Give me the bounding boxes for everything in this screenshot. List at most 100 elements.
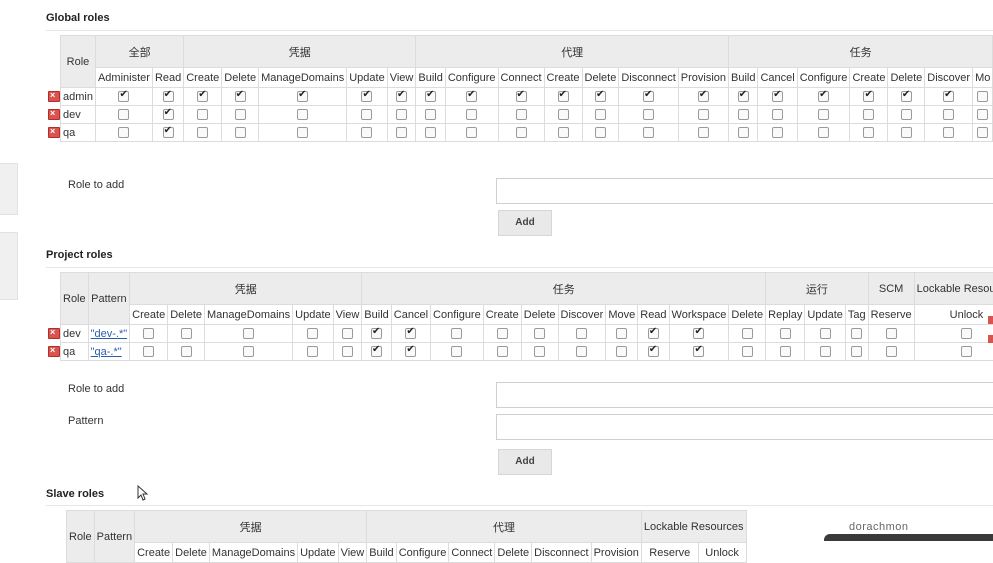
permission-checkbox[interactable] bbox=[594, 127, 606, 139]
permission-checkbox[interactable] bbox=[900, 89, 912, 103]
permission-checkbox[interactable] bbox=[162, 125, 174, 139]
delete-role-icon[interactable] bbox=[48, 127, 60, 139]
permission-checkbox[interactable] bbox=[693, 344, 705, 358]
project-add-button[interactable]: Add bbox=[498, 449, 552, 475]
permission-checkbox[interactable] bbox=[425, 89, 437, 103]
permission-checkbox[interactable] bbox=[515, 89, 527, 103]
permission-checkbox[interactable] bbox=[162, 107, 174, 121]
permission-checkbox[interactable] bbox=[818, 109, 830, 121]
permission-checkbox[interactable] bbox=[818, 127, 830, 139]
permission-checkbox[interactable] bbox=[396, 127, 408, 139]
permission-checkbox[interactable] bbox=[885, 346, 897, 358]
permission-checkbox[interactable] bbox=[307, 328, 319, 340]
permission-checkbox[interactable] bbox=[425, 109, 437, 121]
permission-checkbox[interactable] bbox=[741, 328, 753, 340]
delete-role-icon[interactable] bbox=[48, 91, 60, 103]
permission-checkbox[interactable] bbox=[576, 346, 588, 358]
permission-checkbox[interactable] bbox=[697, 89, 709, 103]
permission-checkbox[interactable] bbox=[616, 346, 628, 358]
project-role-to-add-input[interactable] bbox=[496, 382, 993, 408]
permission-checkbox[interactable] bbox=[341, 346, 353, 358]
permission-checkbox[interactable] bbox=[396, 109, 408, 121]
permission-checkbox[interactable] bbox=[697, 127, 709, 139]
permission-checkbox[interactable] bbox=[118, 89, 130, 103]
permission-checkbox[interactable] bbox=[977, 91, 989, 103]
delete-role-icon[interactable] bbox=[48, 328, 60, 340]
permission-checkbox[interactable] bbox=[162, 89, 174, 103]
permission-checkbox[interactable] bbox=[772, 89, 784, 103]
permission-checkbox[interactable] bbox=[396, 89, 408, 103]
permission-checkbox[interactable] bbox=[977, 127, 989, 139]
permission-checkbox[interactable] bbox=[297, 109, 309, 121]
permission-checkbox[interactable] bbox=[197, 89, 209, 103]
permission-checkbox[interactable] bbox=[977, 109, 989, 121]
permission-checkbox[interactable] bbox=[180, 328, 192, 340]
permission-checkbox[interactable] bbox=[143, 346, 155, 358]
permission-checkbox[interactable] bbox=[818, 89, 830, 103]
permission-checkbox[interactable] bbox=[779, 346, 791, 358]
permission-checkbox[interactable] bbox=[361, 89, 373, 103]
permission-checkbox[interactable] bbox=[557, 89, 569, 103]
permission-checkbox[interactable] bbox=[863, 127, 875, 139]
permission-checkbox[interactable] bbox=[643, 127, 655, 139]
permission-checkbox[interactable] bbox=[341, 328, 353, 340]
permission-checkbox[interactable] bbox=[647, 344, 659, 358]
permission-checkbox[interactable] bbox=[779, 328, 791, 340]
permission-checkbox[interactable] bbox=[643, 109, 655, 121]
permission-checkbox[interactable] bbox=[885, 328, 897, 340]
permission-checkbox[interactable] bbox=[737, 109, 749, 121]
permission-checkbox[interactable] bbox=[863, 109, 875, 121]
permission-checkbox[interactable] bbox=[371, 344, 383, 358]
permission-checkbox[interactable] bbox=[772, 109, 784, 121]
global-add-button[interactable]: Add bbox=[498, 210, 552, 236]
permission-checkbox[interactable] bbox=[594, 89, 606, 103]
project-pattern-input[interactable] bbox=[496, 414, 993, 440]
permission-checkbox[interactable] bbox=[772, 127, 784, 139]
permission-checkbox[interactable] bbox=[515, 109, 527, 121]
permission-checkbox[interactable] bbox=[616, 328, 628, 340]
permission-checkbox[interactable] bbox=[234, 127, 246, 139]
permission-checkbox[interactable] bbox=[180, 346, 192, 358]
permission-checkbox[interactable] bbox=[361, 109, 373, 121]
permission-checkbox[interactable] bbox=[557, 127, 569, 139]
permission-checkbox[interactable] bbox=[466, 89, 478, 103]
permission-checkbox[interactable] bbox=[647, 326, 659, 340]
permission-checkbox[interactable] bbox=[405, 344, 417, 358]
permission-checkbox[interactable] bbox=[960, 346, 972, 358]
permission-checkbox[interactable] bbox=[741, 346, 753, 358]
permission-checkbox[interactable] bbox=[197, 109, 209, 121]
permission-checkbox[interactable] bbox=[643, 89, 655, 103]
permission-checkbox[interactable] bbox=[143, 328, 155, 340]
permission-checkbox[interactable] bbox=[534, 328, 546, 340]
permission-checkbox[interactable] bbox=[943, 127, 955, 139]
permission-checkbox[interactable] bbox=[851, 346, 863, 358]
permission-checkbox[interactable] bbox=[819, 328, 831, 340]
permission-checkbox[interactable] bbox=[405, 326, 417, 340]
permission-checkbox[interactable] bbox=[496, 346, 508, 358]
permission-checkbox[interactable] bbox=[534, 346, 546, 358]
permission-checkbox[interactable] bbox=[197, 127, 209, 139]
permission-checkbox[interactable] bbox=[371, 326, 383, 340]
permission-checkbox[interactable] bbox=[557, 109, 569, 121]
permission-checkbox[interactable] bbox=[960, 328, 972, 340]
permission-checkbox[interactable] bbox=[466, 127, 478, 139]
role-pattern-link[interactable]: "dev-.*" bbox=[91, 328, 128, 340]
delete-role-icon[interactable] bbox=[48, 109, 60, 121]
permission-checkbox[interactable] bbox=[819, 346, 831, 358]
permission-checkbox[interactable] bbox=[307, 346, 319, 358]
permission-checkbox[interactable] bbox=[361, 127, 373, 139]
permission-checkbox[interactable] bbox=[297, 89, 309, 103]
permission-checkbox[interactable] bbox=[863, 89, 875, 103]
permission-checkbox[interactable] bbox=[451, 328, 463, 340]
permission-checkbox[interactable] bbox=[697, 109, 709, 121]
permission-checkbox[interactable] bbox=[234, 89, 246, 103]
permission-checkbox[interactable] bbox=[737, 89, 749, 103]
permission-checkbox[interactable] bbox=[693, 326, 705, 340]
permission-checkbox[interactable] bbox=[737, 127, 749, 139]
permission-checkbox[interactable] bbox=[118, 127, 130, 139]
permission-checkbox[interactable] bbox=[425, 127, 437, 139]
permission-checkbox[interactable] bbox=[466, 109, 478, 121]
permission-checkbox[interactable] bbox=[118, 109, 130, 121]
permission-checkbox[interactable] bbox=[594, 109, 606, 121]
permission-checkbox[interactable] bbox=[496, 328, 508, 340]
